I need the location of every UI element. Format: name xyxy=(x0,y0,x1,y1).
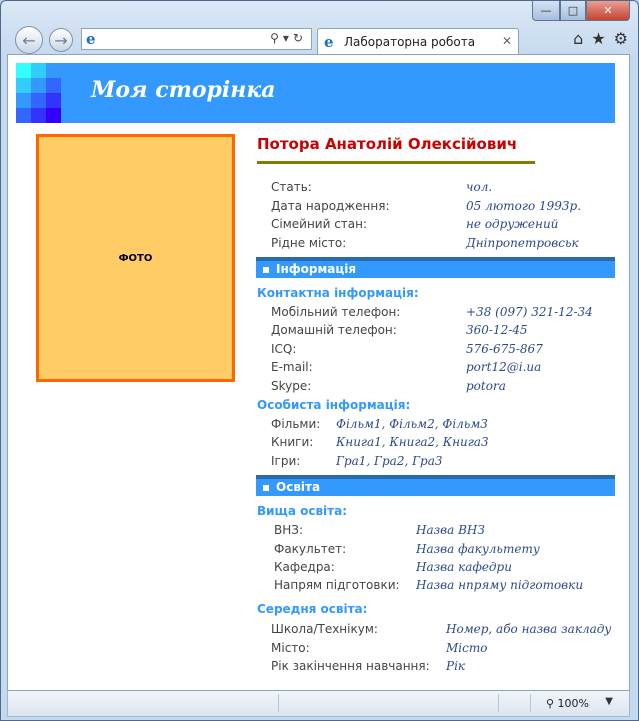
zoom-icon: ⚲ xyxy=(545,697,555,710)
contact-label: Мобільний телефон: xyxy=(271,305,401,319)
name-underline xyxy=(257,161,535,164)
page-viewport: Моя сторінка ФОТО Потора Анатолій Олексі… xyxy=(7,54,630,691)
forward-button[interactable]: → xyxy=(49,28,73,52)
page-title: Моя сторінка xyxy=(91,77,276,103)
toolbar-icons: ⌂ ★ ⚙ xyxy=(573,29,628,48)
higher-label: Факультет: xyxy=(274,542,347,556)
bullet-square-icon xyxy=(263,485,269,491)
status-divider xyxy=(498,694,499,712)
photo-placeholder: ФОТО xyxy=(36,134,235,382)
maximize-button[interactable]: □ xyxy=(560,1,586,21)
contact-title: Контактна інформація: xyxy=(257,286,419,300)
info-value: 05 лютого 1993р. xyxy=(466,199,582,213)
status-divider xyxy=(278,694,279,712)
forward-icon: → xyxy=(54,30,68,50)
info-value: чол. xyxy=(466,180,493,194)
back-button[interactable]: ← xyxy=(15,26,43,54)
minimize-button[interactable]: — xyxy=(532,1,560,21)
person-name: Потора Анатолій Олексійович xyxy=(257,135,518,153)
close-window-button[interactable]: ✕ xyxy=(586,1,630,21)
dropdown-icon[interactable]: ▾ xyxy=(283,31,293,45)
secondary-label: Школа/Технікум: xyxy=(271,622,378,636)
zoom-control[interactable]: ⚲ 100% xyxy=(546,697,589,710)
higher-value: Назва ВНЗ xyxy=(416,523,485,537)
contact-value: port12@i.ua xyxy=(466,360,542,374)
higher-label: Напрям підготовки: xyxy=(274,578,400,592)
info-row: Рідне місто: xyxy=(271,236,347,250)
ie-icon: e xyxy=(86,30,96,48)
interest-value: Гра1, Гра2, Гра3 xyxy=(336,454,443,468)
zoom-level: 100% xyxy=(557,697,589,710)
bullet-square-icon xyxy=(263,267,269,273)
contact-value: +38 (097) 321-12-34 xyxy=(466,305,593,319)
interest-value: Книга1, Книга2, Книга3 xyxy=(336,435,489,449)
higher-label: Кафедра: xyxy=(274,560,335,574)
info-value: не одружений xyxy=(466,217,559,231)
info-row: Дата народження: xyxy=(271,199,390,213)
secondary-label: Рік закінчення навчання: xyxy=(271,659,430,673)
window-controls: — □ ✕ xyxy=(532,1,630,21)
page-header: Моя сторінка xyxy=(16,63,615,123)
secondary-education-title: Середня освіта: xyxy=(257,602,368,616)
address-bar[interactable]: e ⚲▾↻ xyxy=(81,28,312,50)
secondary-value: Номер, або назва закладу xyxy=(446,622,612,636)
back-icon: ← xyxy=(22,30,36,50)
contact-label: E-mail: xyxy=(271,360,313,374)
tab-title: Лабораторна робота xyxy=(344,35,476,49)
ie-icon: e xyxy=(324,33,334,51)
secondary-label: Місто: xyxy=(271,641,310,655)
refresh-icon[interactable]: ↻ xyxy=(293,31,307,45)
higher-value: Назва факультету xyxy=(416,542,540,556)
status-divider xyxy=(530,694,531,712)
close-tab-icon[interactable]: ✕ xyxy=(502,34,512,48)
contact-value: potora xyxy=(466,379,506,393)
higher-value: Назва кафедри xyxy=(416,560,512,574)
contact-label: Домашній телефон: xyxy=(271,323,397,337)
tools-gear-icon[interactable]: ⚙ xyxy=(614,29,628,48)
interest-label: Книги: xyxy=(271,435,314,449)
interest-label: Фільми: xyxy=(271,417,321,431)
contact-label: ICQ: xyxy=(271,342,297,356)
interest-label: Ігри: xyxy=(271,454,301,468)
zoom-dropdown-icon[interactable]: ▼ xyxy=(605,696,613,707)
search-icon[interactable]: ⚲ xyxy=(270,31,283,45)
info-row: Сімейний стан: xyxy=(271,217,368,231)
contact-value: 576-675-867 xyxy=(466,342,543,356)
info-value: Дніпропетровськ xyxy=(466,236,579,250)
personal-info-title: Особиста інформація: xyxy=(257,398,411,412)
secondary-value: Рік xyxy=(446,659,466,673)
higher-label: ВНЗ: xyxy=(274,523,303,537)
tab-lab-work[interactable]: e Лабораторна робота ✕ xyxy=(317,28,519,54)
contact-value: 360-12-45 xyxy=(466,323,528,337)
header-logo-mosaic xyxy=(16,63,61,123)
info-row: Стать: xyxy=(271,180,312,194)
contact-label: Skype: xyxy=(271,379,312,393)
higher-value: Назва нпряму підготовки xyxy=(416,578,584,592)
section-bar-info: Інформація xyxy=(256,257,615,278)
favorites-star-icon[interactable]: ★ xyxy=(591,29,605,48)
status-bar: ⚲ 100% ▼ xyxy=(7,691,630,717)
higher-education-title: Вища освіта: xyxy=(257,504,348,518)
secondary-value: Місто xyxy=(446,641,488,655)
section-bar-education: Освіта xyxy=(256,475,615,496)
home-icon[interactable]: ⌂ xyxy=(573,29,583,48)
photo-label: ФОТО xyxy=(118,252,153,264)
interest-value: Фільм1, Фільм2, Фільм3 xyxy=(336,417,488,431)
